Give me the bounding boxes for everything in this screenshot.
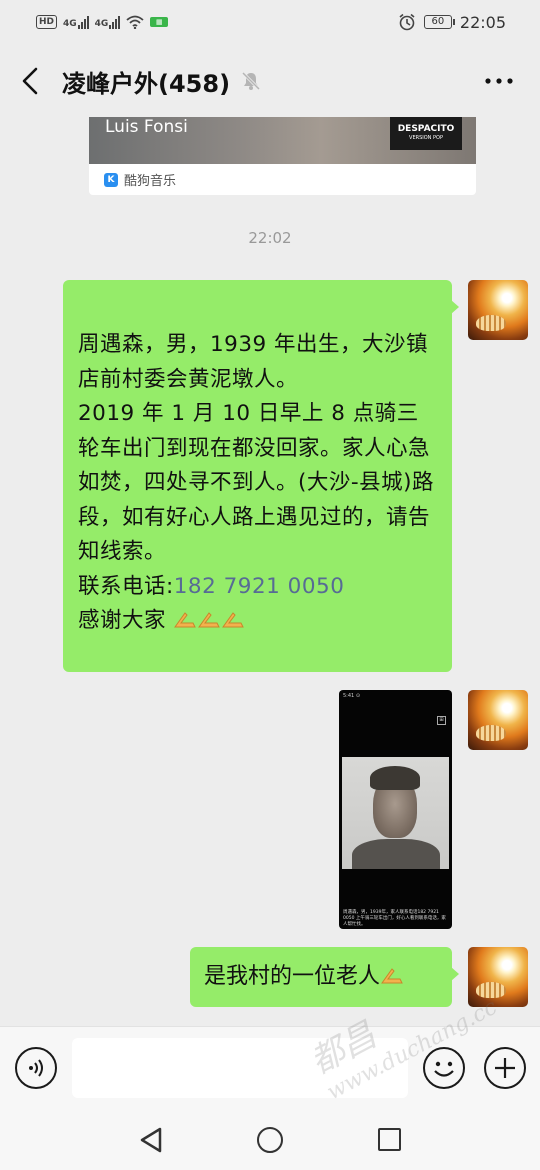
message-timestamp: 22:02 (248, 229, 292, 247)
phone-number-link[interactable]: 182 7921 0050 (174, 574, 345, 599)
image-message[interactable]: 5:41 ⊙ ⊞ 周遇森，男，1939年，家人联系电话182 7921 0050… (339, 690, 452, 929)
image-statusbar: 5:41 ⊙ (343, 693, 361, 699)
message-line-1: 周遇森，男，1939 年出生，大沙镇店前村委会黄泥墩人。 (78, 332, 429, 392)
thanks-text: 感谢大家 (78, 608, 167, 633)
message-contact: 联系电话:182 7921 0050 (78, 570, 440, 605)
status-time: 22:05 (459, 12, 506, 32)
short-message-bubble[interactable]: 是我村的一位老人 (190, 947, 459, 1007)
mute-bell-icon (241, 71, 261, 91)
signal-icon-2: 4G (94, 15, 121, 29)
signal-icon: 4G (63, 15, 89, 29)
portrait-photo (342, 757, 449, 869)
app-notification-icon: ▦ (150, 17, 169, 27)
avatar[interactable] (468, 280, 528, 340)
praying-hands-emoji-icon (222, 612, 245, 628)
short-message-text: 是我村的一位老人 (204, 964, 381, 989)
more-dots-icon[interactable] (484, 68, 514, 94)
music-cover: Luis Fonsi DESPACITO VERSION POP (89, 117, 476, 164)
chat-title: 凌峰户外(458) (62, 69, 231, 98)
image-caption: 周遇森，男，1939年，家人联系电话182 7921 0050 上午骑三轮车出门… (343, 910, 446, 927)
praying-hands-emoji-icon (381, 968, 403, 984)
music-share-card[interactable]: Luis Fonsi DESPACITO VERSION POP K 酷狗音乐 (89, 117, 476, 195)
system-nav-bar (0, 1112, 540, 1170)
hd-badge: HD (36, 15, 58, 29)
chat-header: 凌峰户外(458) (0, 44, 540, 118)
alarm-icon (399, 13, 415, 31)
network-type-label-2: 4G (94, 18, 109, 29)
message-thanks-line: 感谢大家 (78, 604, 440, 639)
battery-icon: 60 (423, 15, 455, 29)
album-art: DESPACITO VERSION POP (390, 117, 462, 150)
avatar[interactable] (468, 690, 528, 750)
text-message-bubble[interactable]: 周遇森，男，1939 年出生，大沙镇店前村委会黄泥墩人。 2019 年 1 月 … (63, 280, 459, 672)
nav-back-icon[interactable] (138, 1126, 164, 1154)
nav-home-icon[interactable] (257, 1127, 283, 1153)
back-arrow-icon[interactable] (16, 67, 44, 95)
praying-hands-emoji-icon (198, 612, 221, 628)
plus-icon[interactable] (484, 1047, 526, 1089)
album-title: DESPACITO (397, 124, 455, 134)
image-menu-icon: ⊞ (437, 716, 446, 725)
wifi-icon (126, 15, 144, 29)
contact-label: 联系电话: (78, 573, 174, 599)
status-right: 60 22:05 (398, 13, 506, 32)
album-subtitle: VERSION POP (409, 135, 443, 141)
music-source-label: 酷狗音乐 (124, 174, 177, 189)
voice-icon[interactable] (15, 1047, 57, 1089)
avatar[interactable] (468, 947, 528, 1007)
input-bar (0, 1026, 540, 1112)
praying-hands-emoji-icon (174, 612, 197, 628)
music-source: K 酷狗音乐 (89, 164, 476, 195)
message-line-2: 2019 年 1 月 10 日早上 8 点骑三轮车出门到现在都没回家。家人心急如… (78, 401, 435, 564)
emoji-icon[interactable] (423, 1047, 465, 1089)
network-type-label: 4G (63, 18, 77, 29)
music-artist: Luis Fonsi (105, 117, 188, 137)
message-input[interactable] (72, 1038, 408, 1098)
status-bar: HD 4G 4G ▦ 60 22:05 (0, 0, 540, 44)
kugou-icon: K (104, 172, 118, 187)
nav-recent-icon[interactable] (378, 1128, 401, 1151)
status-left: HD 4G 4G ▦ (36, 15, 169, 29)
